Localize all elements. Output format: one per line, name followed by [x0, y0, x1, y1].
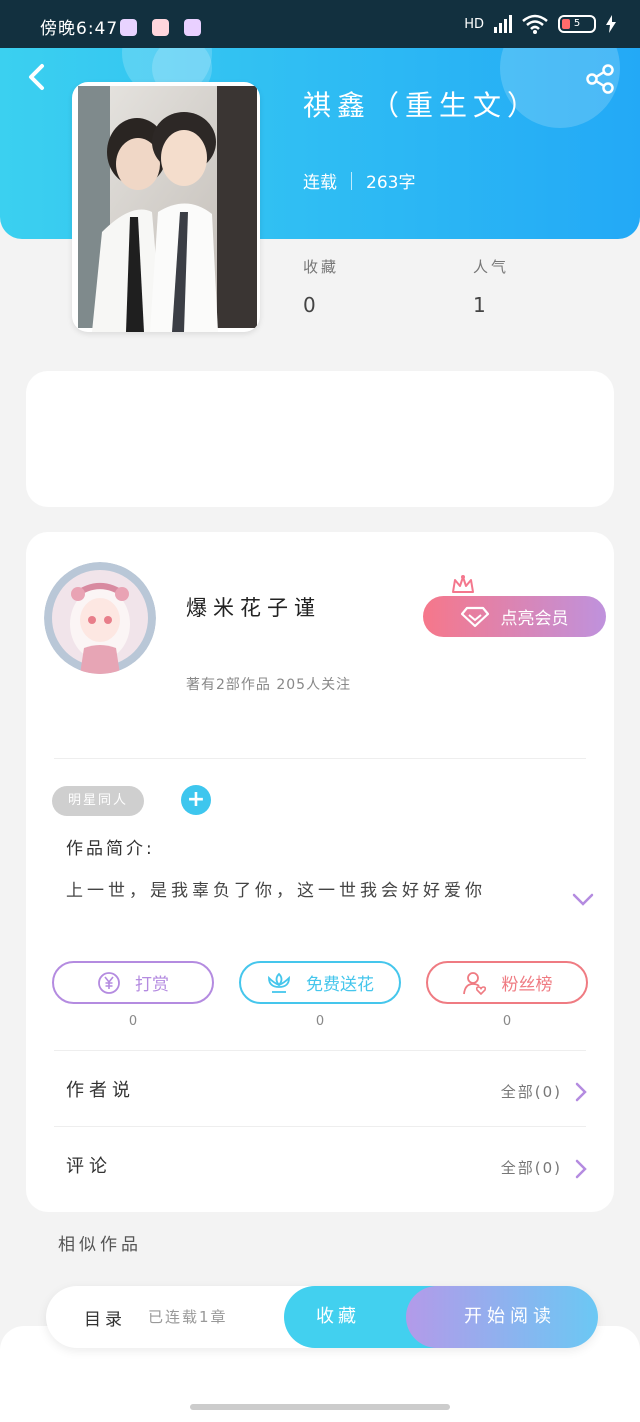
divider: [54, 1126, 586, 1127]
favorites-value: 0: [303, 293, 316, 317]
tip-label: 打赏: [135, 975, 169, 995]
status-time: 傍晚6:47: [40, 19, 119, 39]
similar-works-heading: 相似作品: [58, 1235, 142, 1255]
flower-icon: [268, 972, 290, 993]
tip-count: 0: [128, 1014, 138, 1029]
tip-button[interactable]: 打赏: [52, 961, 214, 1004]
author-card: 爆米花子谨 著有2部作品 205人关注 点亮会员 明星同人 + 作品简介: 上一…: [26, 532, 614, 1212]
notification-icon-2: [152, 19, 169, 36]
chevron-right-icon: [575, 1082, 587, 1102]
chapter-count: 已连载1章: [148, 1308, 228, 1326]
charging-icon: [606, 15, 616, 33]
status-indicators: HD 5: [464, 14, 616, 34]
fan-count: 0: [502, 1014, 512, 1029]
share-icon[interactable]: [584, 63, 616, 95]
back-icon[interactable]: [22, 62, 52, 92]
favorites-label: 收藏: [303, 258, 340, 276]
word-count: 263字: [366, 173, 416, 193]
avatar-image: [44, 562, 156, 674]
comments-label: 评论: [66, 1156, 112, 1177]
genre-tag[interactable]: 明星同人: [52, 786, 145, 816]
yuan-icon: [98, 971, 120, 994]
status-bar: 傍晚6:47 HD 5: [0, 0, 640, 48]
signal-icon: [494, 15, 512, 33]
blank-info-card: [26, 371, 614, 507]
notification-icon-3: [184, 19, 201, 36]
chevron-right-icon: [575, 1159, 587, 1179]
wifi-icon: [522, 14, 548, 34]
crown-icon: [452, 575, 474, 593]
divider: [54, 758, 586, 759]
start-reading-button[interactable]: 开始阅读: [406, 1286, 598, 1348]
popularity-stat: 人气 1: [473, 256, 613, 317]
diamond-icon: [460, 606, 489, 627]
popularity-value: 1: [473, 293, 486, 317]
user-heart-icon: [462, 971, 486, 995]
divider: [351, 171, 352, 190]
author-meta: 著有2部作品 205人关注: [186, 677, 352, 693]
book-status-row: 连载 263字: [303, 168, 415, 193]
chevron-down-icon[interactable]: [572, 893, 594, 907]
author-name[interactable]: 爆米花子谨: [186, 592, 321, 622]
fan-ranking-label: 粉丝榜: [501, 975, 553, 995]
bottom-action-bar: 目录 已连载1章 收藏 开始阅读: [46, 1286, 598, 1348]
send-flower-label: 免费送花: [306, 975, 374, 995]
notification-icon-1: [120, 19, 137, 36]
book-cover[interactable]: [72, 82, 260, 332]
add-tag-button[interactable]: +: [181, 785, 211, 815]
author-says-count: 全部(0): [500, 1083, 562, 1101]
vip-activate-button[interactable]: 点亮会员: [423, 596, 606, 637]
home-indicator[interactable]: [190, 1404, 450, 1410]
author-says-label: 作者说: [66, 1080, 135, 1101]
battery-icon: 5: [558, 15, 596, 33]
fan-ranking-button[interactable]: 粉丝榜: [426, 961, 588, 1004]
intro-text: 上一世，是我辜负了你，这一世我会好好爱你: [66, 881, 486, 901]
favorites-stat: 收藏 0: [303, 256, 443, 317]
battery-level: 5: [573, 18, 581, 29]
popularity-label: 人气: [473, 258, 510, 276]
author-avatar[interactable]: [44, 562, 156, 674]
send-flower-button[interactable]: 免费送花: [239, 961, 401, 1004]
vip-button-label: 点亮会员: [500, 609, 569, 629]
divider: [54, 1050, 586, 1051]
flower-count: 0: [315, 1014, 325, 1029]
network-type-label: HD: [464, 16, 484, 32]
comments-count: 全部(0): [500, 1159, 562, 1177]
intro-label: 作品简介:: [66, 839, 155, 859]
toc-button[interactable]: 目录: [84, 1305, 126, 1330]
serial-status: 连载: [303, 173, 337, 193]
book-title: 祺鑫（重生文）: [303, 89, 542, 122]
book-cover-image: [78, 86, 257, 332]
